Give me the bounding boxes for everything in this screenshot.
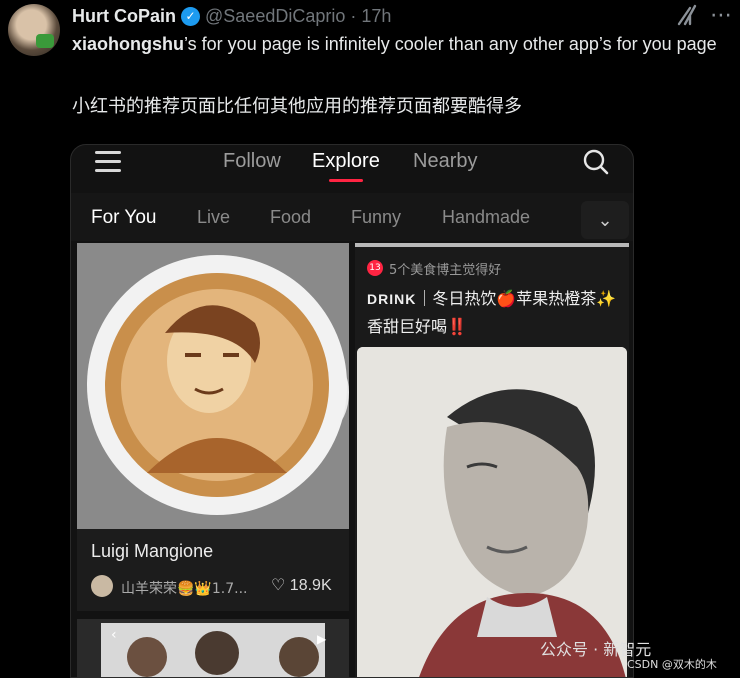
- tab-nearby[interactable]: Nearby: [413, 150, 477, 173]
- category-funny[interactable]: Funny: [351, 207, 401, 228]
- avatar[interactable]: [8, 4, 60, 56]
- active-tab-indicator: [329, 179, 363, 182]
- latte-art-image: [77, 243, 349, 529]
- svg-text:▶: ▶: [317, 632, 327, 646]
- author-avatar[interactable]: [91, 575, 113, 597]
- card-meta: 山羊荣荣🍔👑1.7... ♡ 18.9K: [91, 575, 341, 599]
- card-top-strip: [355, 243, 629, 247]
- card-author[interactable]: 山羊荣荣🍔👑1.7...: [121, 578, 247, 598]
- csdn-watermark: CSDN @双木的木: [627, 658, 717, 671]
- card-title[interactable]: Luigi Mangione: [91, 541, 213, 562]
- feed-card-left-2[interactable]: ‹ ▶: [77, 619, 349, 677]
- card-tag: DRINK: [367, 291, 417, 307]
- like-count-value: 18.9K: [289, 577, 332, 594]
- tweet-text-rest: ’s for you page is infinitely cooler tha…: [184, 34, 717, 54]
- like-count[interactable]: ♡ 18.9K: [271, 575, 332, 595]
- chevron-down-icon[interactable]: ⌄: [581, 201, 629, 239]
- timestamp[interactable]: 17h: [361, 6, 391, 27]
- card-title[interactable]: DRINK｜冬日热饮🍎苹果热橙茶✨香甜巨好喝‼️: [367, 285, 617, 341]
- top-nav: Follow Explore Nearby: [71, 145, 633, 189]
- category-live[interactable]: Live: [197, 207, 230, 228]
- tweet-translation: 小红书的推荐页面比任何其他应用的推荐页面都要酷得多: [72, 96, 522, 117]
- more-options-icon[interactable]: ⋯: [708, 4, 734, 26]
- author-name[interactable]: Hurt CoPain: [72, 6, 176, 27]
- category-food[interactable]: Food: [270, 207, 311, 228]
- portrait-sketch-image: [357, 347, 627, 677]
- recommend-note: 13 5个美食博主觉得好: [367, 259, 502, 278]
- feed-card-right[interactable]: 13 5个美食博主觉得好 DRINK｜冬日热饮🍎苹果热橙茶✨香甜巨好喝‼️: [355, 243, 629, 677]
- note-text: 5个美食博主觉得好: [389, 262, 502, 278]
- note-badge-icon: 13: [367, 260, 383, 276]
- tab-explore[interactable]: Explore: [312, 150, 380, 173]
- svg-text:‹: ‹: [111, 627, 117, 643]
- feed-card-left[interactable]: Luigi Mangione 山羊荣荣🍔👑1.7... ♡ 18.9K: [77, 243, 349, 611]
- grok-icon[interactable]: [676, 4, 698, 26]
- embedded-app-screenshot[interactable]: Follow Explore Nearby For You Live Food …: [70, 144, 634, 678]
- verified-badge-icon: ✓: [181, 6, 201, 26]
- menu-icon[interactable]: [95, 151, 121, 173]
- separator: ·: [350, 5, 357, 26]
- author-handle[interactable]: @SaeedDiCaprio: [205, 6, 345, 27]
- tweet-header: Hurt CoPain ✓ @SaeedDiCaprio · 17h: [72, 4, 391, 28]
- search-icon[interactable]: [583, 149, 609, 175]
- category-bar: For You Live Food Funny Handmade ⌄: [71, 193, 633, 241]
- tweet-mention[interactable]: xiaohongshu: [72, 34, 184, 54]
- tab-follow[interactable]: Follow: [223, 150, 281, 173]
- category-handmade[interactable]: Handmade: [442, 207, 530, 228]
- tweet-text: xiaohongshu’s for you page is infinitely…: [72, 32, 732, 57]
- heart-icon[interactable]: ♡: [271, 577, 285, 594]
- category-for-you[interactable]: For You: [91, 207, 157, 229]
